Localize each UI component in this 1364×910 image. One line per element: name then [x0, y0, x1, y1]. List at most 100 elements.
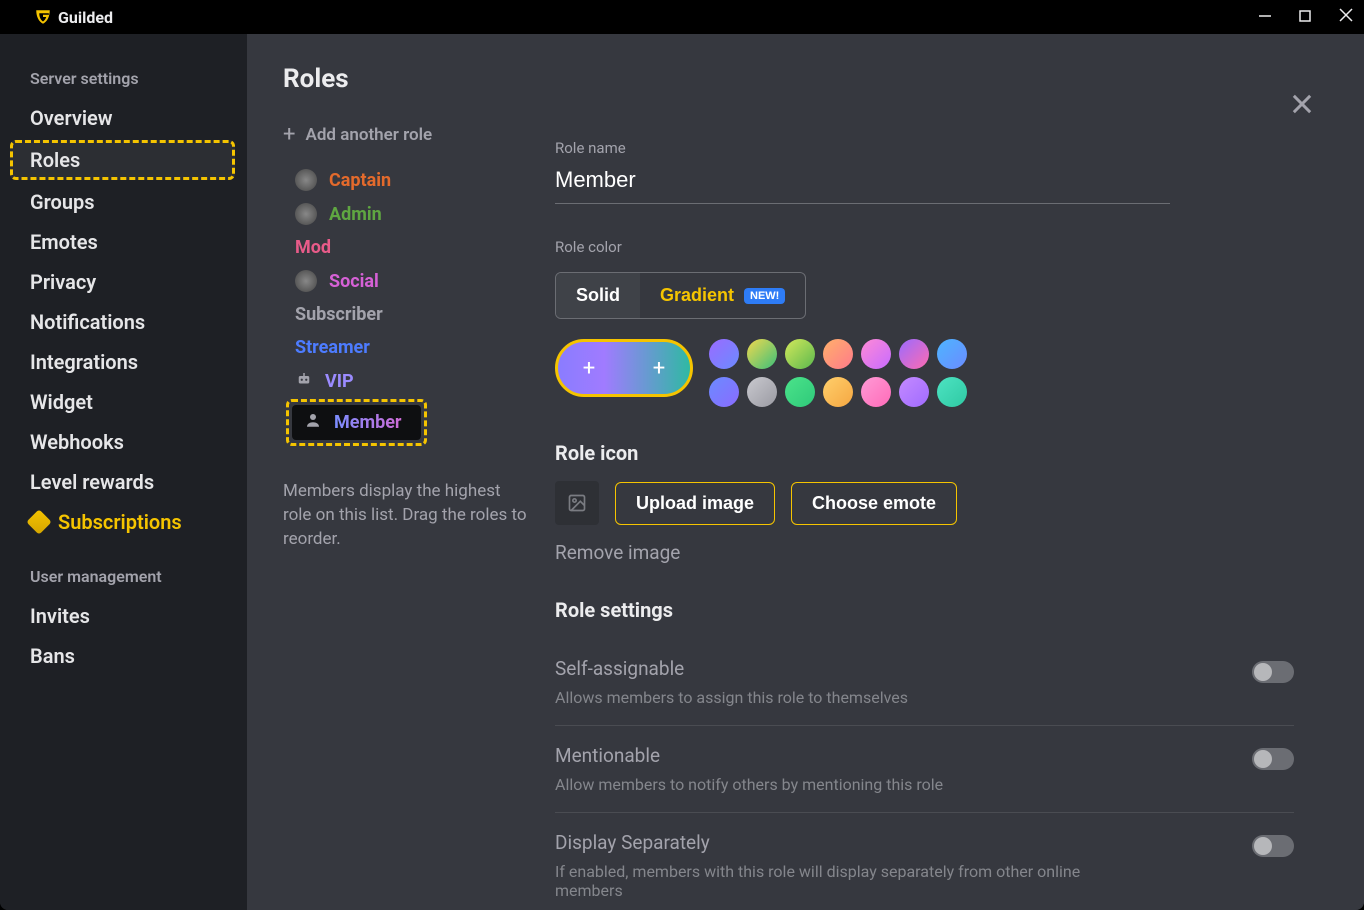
toggle-switch[interactable] — [1252, 748, 1294, 770]
sidebar-item-emotes[interactable]: Emotes — [0, 222, 247, 262]
role-item-vip[interactable]: VIP — [283, 364, 547, 399]
guilded-logo-icon — [34, 8, 52, 26]
gradient-swatch[interactable] — [709, 339, 739, 369]
role-item-subscriber[interactable]: Subscriber — [283, 298, 547, 331]
role-settings-heading: Role settings — [555, 598, 1294, 622]
role-name-label: Subscriber — [295, 304, 383, 325]
sidebar-item-label: Subscriptions — [58, 510, 182, 534]
role-avatar-icon — [295, 203, 317, 225]
sidebar-item-label: Groups — [30, 190, 95, 214]
add-role-button[interactable]: + Add another role — [283, 122, 547, 147]
role-name-label: Mod — [295, 237, 331, 258]
sidebar-item-label: Integrations — [30, 350, 138, 374]
setting-title: Display Separately — [555, 831, 1115, 854]
sidebar-item-bans[interactable]: Bans — [0, 636, 247, 676]
sidebar-item-privacy[interactable]: Privacy — [0, 262, 247, 302]
sidebar-section-title: User management — [0, 542, 247, 596]
plus-icon: + — [283, 122, 295, 147]
sidebar-item-webhooks[interactable]: Webhooks — [0, 422, 247, 462]
role-name-label: Role name — [555, 139, 1294, 157]
gradient-swatch[interactable] — [785, 339, 815, 369]
setting-title: Self-assignable — [555, 657, 908, 680]
role-item-mod[interactable]: Mod — [283, 231, 547, 264]
sidebar-item-label: Bans — [30, 644, 75, 668]
role-name-label: Social — [329, 271, 379, 292]
toggle-switch[interactable] — [1252, 661, 1294, 683]
sidebar-item-label: Overview — [30, 106, 113, 130]
sidebar-item-label: Widget — [30, 390, 93, 414]
role-name-label: Streamer — [295, 337, 370, 358]
role-item-captain[interactable]: Captain — [283, 163, 547, 197]
gradient-swatch[interactable] — [899, 339, 929, 369]
seg-solid-button[interactable]: Solid — [556, 273, 640, 318]
role-name-input[interactable] — [555, 163, 1170, 204]
roles-column: Roles + Add another role Captain Admin Mod… — [247, 34, 547, 910]
sidebar-item-integrations[interactable]: Integrations — [0, 342, 247, 382]
gradient-swatch[interactable] — [899, 377, 929, 407]
page-title: Roles — [283, 64, 547, 94]
maximize-icon[interactable] — [1298, 8, 1312, 27]
gradient-swatch[interactable] — [785, 377, 815, 407]
sidebar-item-widget[interactable]: Widget — [0, 382, 247, 422]
window-close-icon[interactable] — [1338, 7, 1354, 27]
remove-image-link[interactable]: Remove image — [555, 541, 1294, 564]
sidebar-item-label: Webhooks — [30, 430, 124, 454]
close-panel-button[interactable] — [1288, 90, 1316, 122]
sidebar-item-invites[interactable]: Invites — [0, 596, 247, 636]
role-icon-preview — [555, 481, 599, 525]
sidebar-item-label: Invites — [30, 604, 90, 628]
gradient-swatch[interactable] — [861, 339, 891, 369]
role-item-admin[interactable]: Admin — [283, 197, 547, 231]
sidebar-item-groups[interactable]: Groups — [0, 182, 247, 222]
window-controls — [1258, 7, 1354, 27]
setting-description: If enabled, members with this role will … — [555, 862, 1115, 900]
setting-mentionable: MentionableAllow members to notify other… — [555, 726, 1294, 813]
role-name-label: Member — [334, 412, 402, 433]
gradient-swatch[interactable] — [937, 339, 967, 369]
role-name-label: Captain — [329, 170, 391, 191]
role-avatar-icon — [295, 270, 317, 292]
gradient-swatch[interactable] — [861, 377, 891, 407]
sidebar-item-label: Level rewards — [30, 470, 154, 494]
sidebar-item-label: Privacy — [30, 270, 96, 294]
gradient-swatch[interactable] — [823, 339, 853, 369]
gradient-swatch[interactable] — [823, 377, 853, 407]
role-editor-panel: Role name Role color Solid Gradient NEW!… — [547, 34, 1364, 910]
bot-icon — [295, 370, 313, 393]
person-icon — [304, 411, 322, 434]
gradient-swatch[interactable] — [709, 377, 739, 407]
setting-title: Mentionable — [555, 744, 943, 767]
sidebar-item-roles[interactable]: Roles — [10, 140, 235, 180]
sidebar-item-overview[interactable]: Overview — [0, 98, 247, 138]
custom-gradient-pill[interactable]: + + — [555, 339, 693, 397]
toggle-switch[interactable] — [1252, 835, 1294, 857]
role-color-label: Role color — [555, 238, 1294, 256]
sidebar-item-subscriptions[interactable]: Subscriptions — [0, 502, 247, 542]
color-mode-segmented: Solid Gradient NEW! — [555, 272, 806, 319]
role-name-label: VIP — [325, 371, 354, 392]
settings-sidebar: Server settingsOverviewRolesGroupsEmotes… — [0, 34, 247, 910]
setting-description: Allows members to assign this role to th… — [555, 688, 908, 707]
sidebar-item-level-rewards[interactable]: Level rewards — [0, 462, 247, 502]
seg-gradient-button[interactable]: Gradient NEW! — [640, 273, 805, 318]
gradient-end-plus-icon[interactable]: + — [644, 353, 674, 383]
gradient-swatch[interactable] — [747, 339, 777, 369]
gradient-swatch[interactable] — [747, 377, 777, 407]
title-bar: Guilded — [0, 0, 1364, 34]
gradient-swatch[interactable] — [937, 377, 967, 407]
minimize-icon[interactable] — [1258, 8, 1272, 27]
upload-image-button[interactable]: Upload image — [615, 482, 775, 525]
role-item-social[interactable]: Social — [283, 264, 547, 298]
role-item-member[interactable]: Member — [292, 405, 421, 440]
brand: Guilded — [34, 8, 113, 27]
setting-self-assignable: Self-assignable Allows members to assign … — [555, 638, 1294, 726]
choose-emote-button[interactable]: Choose emote — [791, 482, 957, 525]
gradient-start-plus-icon[interactable]: + — [574, 353, 604, 383]
role-item-streamer[interactable]: Streamer — [283, 331, 547, 364]
diamond-icon — [26, 509, 51, 534]
sidebar-item-notifications[interactable]: Notifications — [0, 302, 247, 342]
role-name-label: Admin — [329, 204, 382, 225]
roles-hint: Members display the highest role on this… — [283, 480, 547, 551]
role-icon-heading: Role icon — [555, 441, 1294, 465]
image-icon — [567, 493, 587, 513]
